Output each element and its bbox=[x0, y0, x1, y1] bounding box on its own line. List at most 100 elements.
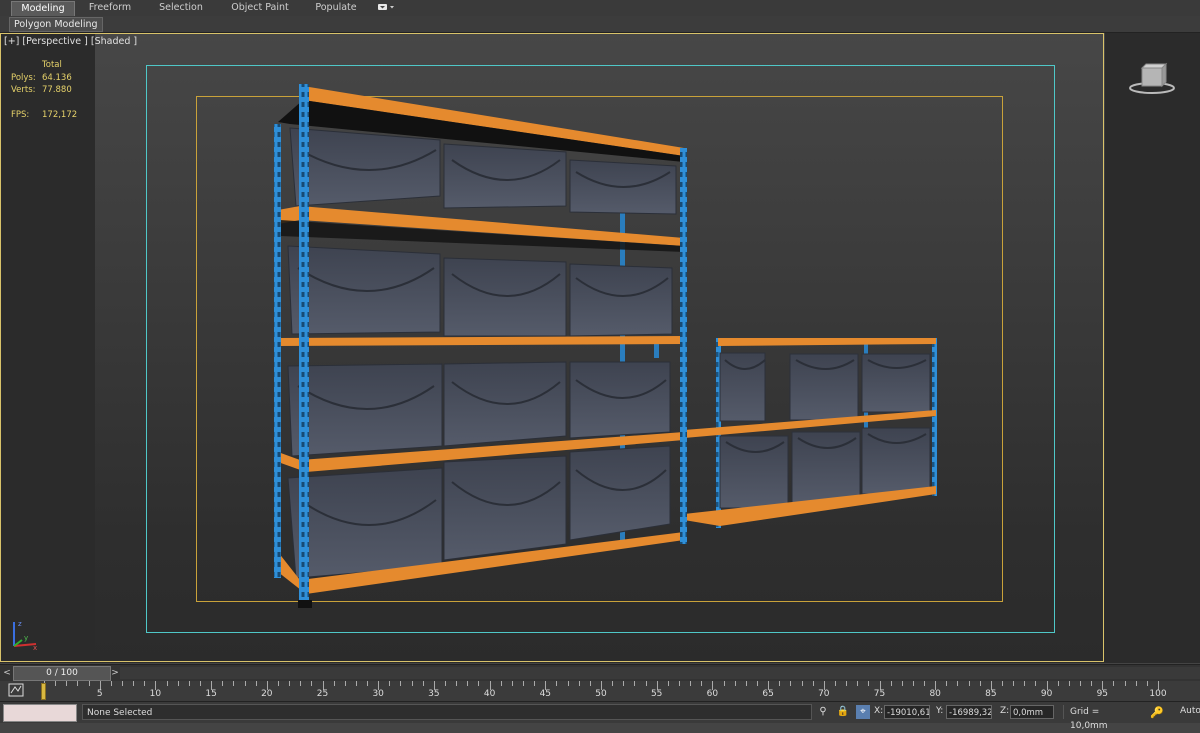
x-coord-label: X: bbox=[874, 706, 884, 716]
trackbar-tick bbox=[857, 681, 859, 686]
trackbar-frame-label: 5 bbox=[96, 689, 103, 699]
selection-lock-icon[interactable]: 🔒 bbox=[836, 705, 850, 719]
trackbar-tick bbox=[556, 681, 558, 686]
trackbar-tick bbox=[233, 681, 235, 686]
trackbar-frame-label: 80 bbox=[929, 689, 941, 699]
grid-size-readout: Grid = 10,0mm bbox=[1063, 705, 1136, 731]
trackbar-tick bbox=[445, 681, 447, 686]
trackbar-tick bbox=[790, 681, 792, 686]
trackbar-tick bbox=[756, 681, 758, 686]
current-frame-marker[interactable] bbox=[41, 683, 46, 700]
trackbar-tick bbox=[199, 681, 201, 686]
trackbar-tick bbox=[634, 681, 636, 686]
trackbar-frame-label: 70 bbox=[818, 689, 830, 699]
trackbar-tick bbox=[188, 681, 190, 686]
trackbar-tick bbox=[144, 681, 146, 686]
trackbar-tick bbox=[534, 681, 536, 686]
time-slider-next-button[interactable]: > bbox=[110, 667, 120, 679]
trackbar-tick bbox=[344, 681, 346, 686]
trackbar-tick bbox=[1068, 681, 1070, 686]
fps-value: 172,172 bbox=[42, 110, 78, 120]
viewcube-face bbox=[1141, 67, 1163, 87]
isolate-selection-icon[interactable]: ⚲ bbox=[816, 705, 830, 719]
trackbar-frame-label: 20 bbox=[261, 689, 273, 699]
trackbar-tick bbox=[333, 681, 335, 686]
y-coord-field[interactable]: -16989,32 bbox=[946, 705, 992, 719]
selection-status-message: None Selected bbox=[82, 704, 812, 720]
trackbar-tick bbox=[968, 681, 970, 686]
bin bbox=[443, 143, 567, 209]
trackbar-tick bbox=[1135, 681, 1137, 686]
trackbar-tick bbox=[478, 681, 480, 686]
trackbar-tick bbox=[1035, 681, 1037, 686]
verts-value: 77.880 bbox=[42, 85, 72, 95]
bin bbox=[569, 361, 671, 439]
trackbar-tick bbox=[289, 681, 291, 686]
time-slider-prev-button[interactable]: < bbox=[2, 667, 12, 679]
z-coord-field[interactable]: 0,0mm bbox=[1010, 705, 1054, 719]
trackbar-tick bbox=[222, 681, 224, 686]
trackbar-tick bbox=[121, 681, 123, 686]
trackbar-tick bbox=[277, 681, 279, 686]
trackbar-tick bbox=[311, 681, 313, 686]
trackbar-tick bbox=[422, 681, 424, 686]
trackbar-tick bbox=[511, 681, 513, 686]
absolute-mode-transform-icon[interactable]: ⌖ bbox=[856, 705, 870, 719]
trackbar-tick bbox=[567, 681, 569, 686]
trackbar-tick bbox=[946, 681, 948, 686]
trackbar-tick bbox=[957, 681, 959, 686]
trackbar-tick bbox=[110, 681, 112, 686]
x-coord-field[interactable]: -19010,61 bbox=[884, 705, 930, 719]
maxscript-listener-input[interactable] bbox=[3, 704, 77, 722]
set-key-icon[interactable]: 🔑 bbox=[1150, 706, 1164, 719]
trackbar-tick bbox=[901, 681, 903, 686]
trackbar-tick bbox=[389, 681, 391, 686]
trackbar-tick bbox=[1091, 681, 1093, 686]
trackbar-frame-label: 50 bbox=[595, 689, 607, 699]
bin bbox=[443, 455, 567, 561]
trackbar-tick bbox=[678, 681, 680, 686]
fps-label: FPS: bbox=[11, 110, 30, 120]
trackbar-tick bbox=[1013, 681, 1015, 686]
trackbar-tick bbox=[1024, 681, 1026, 686]
trackbar-tick bbox=[1057, 681, 1059, 686]
trackbar-tick bbox=[801, 681, 803, 686]
trackbar-tick bbox=[667, 681, 669, 686]
time-slider[interactable]: < 0 / 100 > bbox=[0, 664, 1200, 681]
bin bbox=[289, 127, 441, 207]
time-slider-thumb[interactable]: 0 / 100 bbox=[13, 666, 111, 681]
viewcube[interactable] bbox=[1128, 60, 1176, 96]
trackbar-frame-label: 40 bbox=[483, 689, 496, 699]
auto-key-button[interactable]: Auto bbox=[1180, 706, 1200, 716]
trackbar-tick bbox=[467, 681, 469, 686]
trackbar-tick bbox=[701, 681, 703, 686]
trackbar-tick bbox=[1002, 681, 1004, 686]
trackbar-tick bbox=[979, 681, 981, 686]
trackbar-frame-label: 25 bbox=[316, 689, 329, 699]
trackbar-curve-editor-icon[interactable] bbox=[6, 683, 26, 699]
trackbar-frame-label: 15 bbox=[205, 689, 217, 699]
trackbar-frame-label: 10 bbox=[149, 689, 162, 699]
bin bbox=[719, 352, 766, 422]
trackbar-frame-label: 65 bbox=[762, 689, 774, 699]
trackbar-tick bbox=[400, 681, 402, 686]
trackbar-tick bbox=[645, 681, 647, 686]
trackbar-ruler[interactable]: 5 10 15 20 25 30 35 40 45 50 55 60 65 70 75 80 85 90 95 100 bbox=[40, 681, 1200, 701]
trackbar-tick bbox=[812, 681, 814, 686]
trackbar-tick bbox=[924, 681, 926, 686]
viewport-label-menu[interactable]: [+] [Perspective ] [Shaded ] bbox=[4, 36, 137, 47]
trackbar[interactable]: 5 10 15 20 25 30 35 40 45 50 55 60 65 70 75 80 85 90 95 100 bbox=[0, 681, 1200, 701]
z-coord-label: Z: bbox=[1000, 706, 1010, 716]
trackbar-frame-label: 75 bbox=[873, 689, 886, 699]
trackbar-tick bbox=[745, 681, 747, 686]
trackbar-tick bbox=[133, 681, 135, 686]
trackbar-tick bbox=[690, 681, 692, 686]
trackbar-tick bbox=[500, 681, 502, 686]
trackbar-tick bbox=[300, 681, 302, 686]
trackbar-frame-label: 45 bbox=[539, 689, 552, 699]
trackbar-tick bbox=[55, 681, 57, 686]
trackbar-tick bbox=[723, 681, 725, 686]
axis-tripod: z x y bbox=[13, 620, 37, 652]
shelving-scene bbox=[274, 84, 937, 608]
time-slider-track[interactable] bbox=[120, 667, 1200, 679]
